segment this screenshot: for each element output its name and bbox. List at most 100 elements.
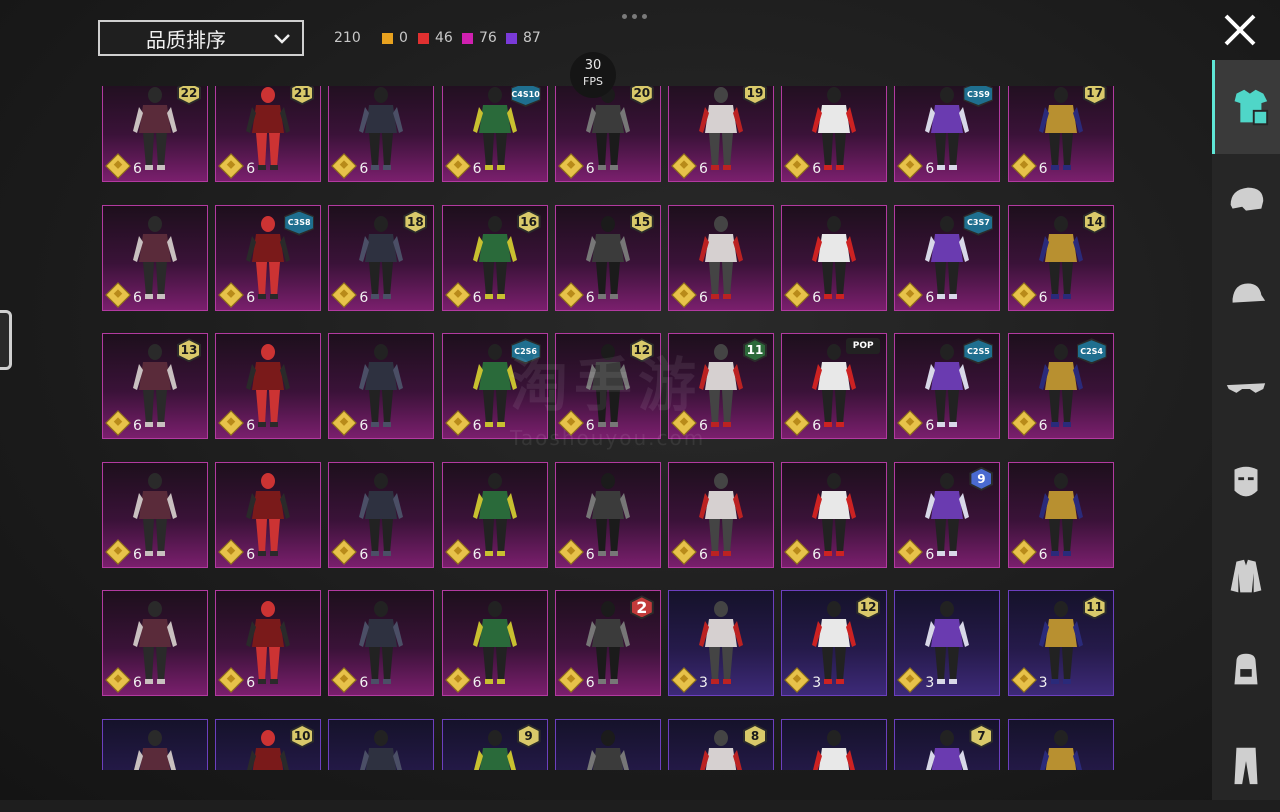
season-badge-label: 10 bbox=[292, 726, 313, 746]
item-count: 6 bbox=[472, 675, 482, 692]
item-count: 6 bbox=[812, 161, 822, 177]
outfit-card[interactable]: 6 bbox=[102, 461, 208, 568]
outfit-card[interactable]: 6 bbox=[102, 590, 208, 697]
outfit-card[interactable]: 6 bbox=[215, 590, 322, 697]
sidebar-tab-jacket[interactable] bbox=[1212, 530, 1280, 624]
side-panel-handle[interactable] bbox=[0, 310, 12, 370]
sidebar-tab-helmet[interactable] bbox=[1212, 154, 1280, 248]
outfit-card[interactable]: 6 bbox=[441, 590, 548, 697]
outfit-figure bbox=[133, 472, 177, 556]
outfit-card[interactable]: 10 bbox=[215, 719, 322, 770]
outfit-card[interactable]: 6 bbox=[554, 461, 661, 568]
outfit-card[interactable]: 7 bbox=[894, 719, 1001, 770]
close-icon[interactable] bbox=[1222, 12, 1258, 48]
outfit-card[interactable]: C3S8 6 bbox=[215, 204, 322, 311]
item-count: 6 bbox=[812, 418, 822, 435]
outfit-card[interactable]: 12 3 bbox=[781, 590, 888, 697]
outfit-card[interactable]: C3S9 6 bbox=[894, 86, 1001, 182]
item-count: 6 bbox=[133, 289, 142, 306]
outfit-figure bbox=[1038, 87, 1083, 170]
outfit-card[interactable] bbox=[328, 719, 435, 770]
outfit-card[interactable]: 3 bbox=[894, 590, 1001, 697]
outfit-card[interactable] bbox=[554, 719, 661, 770]
sort-dropdown-label: 品质排序 bbox=[146, 27, 226, 52]
outfit-card[interactable]: 6 bbox=[441, 461, 548, 568]
item-count: 6 bbox=[472, 546, 482, 563]
outfit-card[interactable] bbox=[781, 719, 888, 770]
outfit-card[interactable]: 6 bbox=[328, 333, 435, 440]
outfit-card[interactable]: 17 6 bbox=[1007, 86, 1114, 182]
outfit-figure bbox=[1038, 472, 1083, 556]
outfit-card[interactable]: 6 bbox=[668, 204, 774, 311]
outfit-card[interactable]: 6 bbox=[102, 204, 208, 311]
item-count: 6 bbox=[925, 418, 935, 435]
rarity-count: 87 bbox=[523, 30, 541, 46]
sidebar-tab-cap[interactable] bbox=[1212, 248, 1280, 342]
fps-unit: FPS bbox=[583, 75, 603, 88]
sidebar-tab-glasses[interactable] bbox=[1212, 342, 1280, 436]
sidebar-tab-backpack[interactable] bbox=[1212, 624, 1280, 718]
outfit-card[interactable]: 18 6 bbox=[328, 204, 435, 311]
outfit-card[interactable]: 6 bbox=[328, 590, 435, 697]
outfit-card[interactable]: 96 bbox=[894, 461, 1001, 568]
outfit-card[interactable]: 11 3 bbox=[1007, 590, 1114, 697]
outfit-card[interactable]: 3 bbox=[668, 590, 774, 697]
outfit-card[interactable] bbox=[1007, 719, 1114, 770]
sidebar-tab-mask[interactable] bbox=[1212, 436, 1280, 530]
rarity-count: 0 bbox=[399, 30, 408, 46]
outfit-card[interactable]: 14 6 bbox=[1007, 204, 1114, 311]
outfit-card[interactable]: 13 6 bbox=[102, 333, 208, 440]
item-count: 6 bbox=[246, 675, 256, 692]
item-count: 6 bbox=[133, 546, 142, 563]
outfit-card[interactable]: C4S10 6 bbox=[441, 86, 548, 182]
item-count: 6 bbox=[699, 161, 708, 177]
outfit-card[interactable]: 6 bbox=[328, 461, 435, 568]
season-badge-label: 18 bbox=[405, 211, 426, 232]
outfit-card[interactable]: 6 bbox=[781, 86, 888, 182]
outfit-figure bbox=[812, 601, 857, 685]
item-count: 6 bbox=[246, 161, 256, 177]
outfit-figure bbox=[359, 601, 404, 685]
item-count: 6 bbox=[585, 675, 595, 692]
outfit-figure bbox=[585, 215, 630, 299]
outfit-card[interactable]: 19 6 bbox=[668, 86, 774, 182]
outfit-card[interactable]: C2S4 6 bbox=[1007, 333, 1114, 440]
outfit-card[interactable]: POP 6 bbox=[781, 333, 888, 440]
outfit-card[interactable]: 21 6 bbox=[215, 86, 322, 182]
season-badge-label: 17 bbox=[1084, 86, 1105, 103]
outfit-card[interactable]: 6 bbox=[328, 86, 435, 182]
outfit-card[interactable]: 26 bbox=[554, 590, 661, 697]
outfit-card[interactable]: 6 bbox=[215, 461, 322, 568]
season-badge-label: 8 bbox=[745, 726, 765, 746]
season-badge-label: 7 bbox=[971, 726, 992, 746]
outfit-card[interactable]: 8 bbox=[668, 719, 774, 770]
item-count: 6 bbox=[133, 675, 142, 692]
outfit-card[interactable]: 6 bbox=[668, 461, 774, 568]
sort-dropdown[interactable]: 品质排序 bbox=[98, 20, 304, 56]
outfit-figure bbox=[247, 730, 290, 770]
outfit-card[interactable]: 22 6 bbox=[102, 86, 208, 182]
outfit-card[interactable]: 15 6 bbox=[554, 204, 661, 311]
outfit-card[interactable] bbox=[102, 719, 208, 770]
outfit-card[interactable]: 9 bbox=[441, 719, 548, 770]
outfit-figure bbox=[700, 730, 742, 770]
outfit-figure bbox=[246, 601, 291, 685]
outfit-card[interactable]: 20 6 bbox=[554, 86, 661, 182]
helmet-icon bbox=[1230, 187, 1264, 211]
outfit-card[interactable]: 6 bbox=[781, 204, 888, 311]
sidebar-tab-pants[interactable] bbox=[1212, 718, 1280, 812]
season-badge-label: 12 bbox=[858, 597, 879, 618]
sidebar-tab-outfit[interactable] bbox=[1212, 60, 1280, 154]
outfit-card[interactable]: C3S7 6 bbox=[894, 204, 1001, 311]
season-badge: POP bbox=[846, 338, 881, 355]
outfit-card[interactable]: 16 6 bbox=[441, 204, 548, 311]
outfit-card[interactable]: 6 bbox=[781, 461, 888, 568]
season-badge-label: 9 bbox=[971, 468, 992, 489]
outfit-figure bbox=[246, 344, 291, 428]
drag-handle-dots-icon[interactable] bbox=[622, 14, 647, 19]
season-badge-label: 19 bbox=[745, 86, 765, 103]
category-sidebar bbox=[1212, 60, 1280, 800]
outfit-card[interactable]: 6 bbox=[215, 333, 322, 440]
outfit-card[interactable]: C2S5 6 bbox=[894, 333, 1001, 440]
outfit-card[interactable]: 6 bbox=[1007, 461, 1114, 568]
